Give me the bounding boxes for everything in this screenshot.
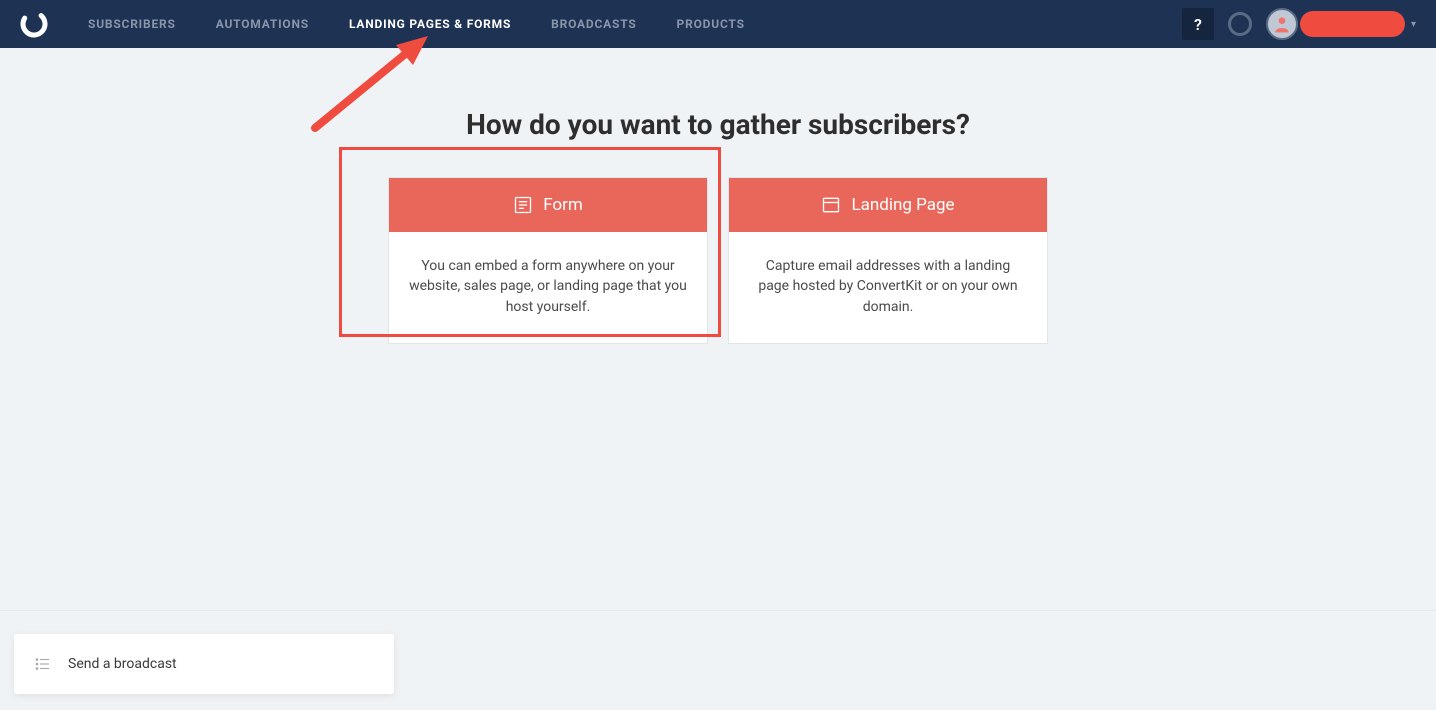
nav-links: SUBSCRIBERS AUTOMATIONS LANDING PAGES & … [88, 17, 745, 31]
form-card-description: You can embed a form anywhere on your we… [389, 232, 707, 343]
account-name-redacted [1300, 11, 1405, 37]
landing-page-card-header: Landing Page [729, 178, 1047, 232]
nav-subscribers[interactable]: SUBSCRIBERS [88, 17, 176, 31]
send-broadcast-label: Send a broadcast [68, 656, 177, 672]
avatar [1266, 8, 1298, 40]
logo[interactable] [20, 10, 48, 38]
form-icon [513, 195, 533, 215]
nav-products[interactable]: PRODUCTS [677, 17, 745, 31]
list-icon [34, 655, 52, 673]
nav-automations[interactable]: AUTOMATIONS [216, 17, 309, 31]
nav-landing-pages-forms[interactable]: LANDING PAGES & FORMS [349, 17, 511, 31]
form-card-header: Form [389, 178, 707, 232]
status-circle-icon[interactable] [1228, 12, 1252, 36]
nav-right: ? ▾ [1182, 8, 1416, 40]
browser-icon [821, 195, 841, 215]
send-broadcast-card[interactable]: Send a broadcast [14, 634, 394, 694]
form-card-title: Form [543, 195, 583, 215]
help-button[interactable]: ? [1182, 8, 1214, 40]
footer-divider [0, 610, 1436, 611]
nav-broadcasts[interactable]: BROADCASTS [551, 17, 636, 31]
landing-page-card-description: Capture email addresses with a landing p… [729, 232, 1047, 343]
landing-page-card-title: Landing Page [851, 195, 954, 215]
form-card[interactable]: Form You can embed a form anywhere on yo… [388, 177, 708, 344]
top-navbar: SUBSCRIBERS AUTOMATIONS LANDING PAGES & … [0, 0, 1436, 48]
option-cards: Form You can embed a form anywhere on yo… [0, 177, 1436, 344]
chevron-down-icon: ▾ [1411, 19, 1416, 30]
landing-page-card[interactable]: Landing Page Capture email addresses wit… [728, 177, 1048, 344]
account-menu[interactable]: ▾ [1266, 8, 1416, 40]
main-content: How do you want to gather subscribers? F… [0, 48, 1436, 344]
page-heading: How do you want to gather subscribers? [0, 108, 1436, 141]
